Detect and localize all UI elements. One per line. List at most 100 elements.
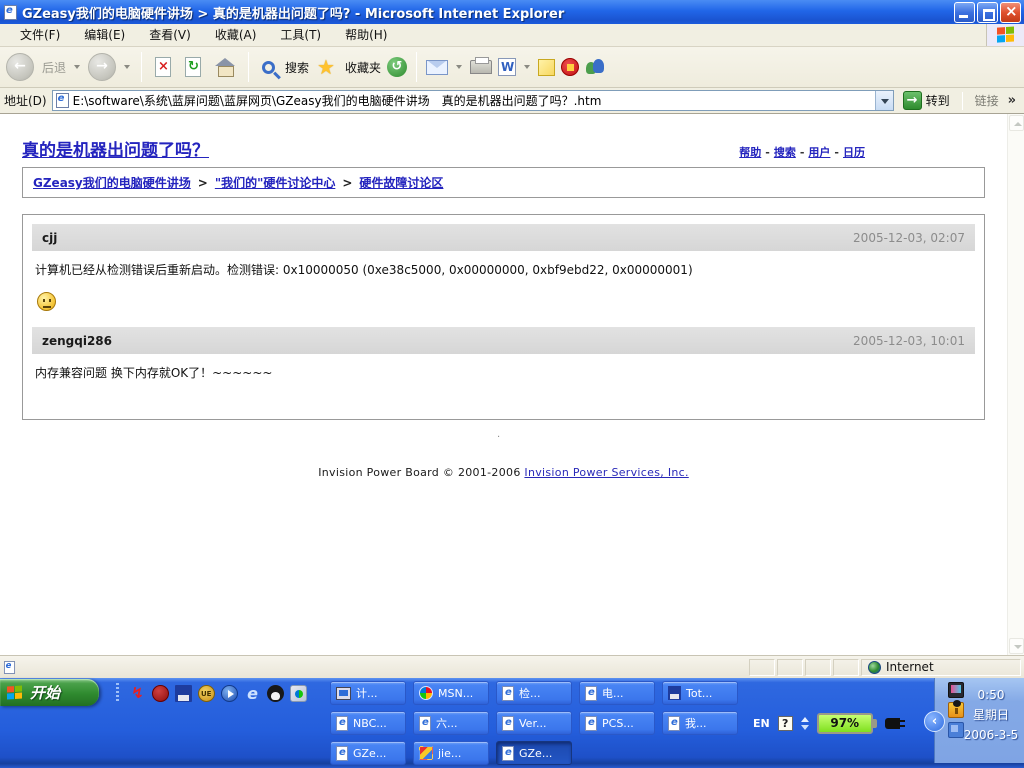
breadcrumb-category-link[interactable]: "我们的"硬件讨论中心 <box>215 174 336 191</box>
menu-file[interactable]: 文件(F) <box>8 24 72 46</box>
taskbar-button[interactable]: 计... <box>330 681 406 705</box>
edit-with-word-icon[interactable] <box>498 58 516 76</box>
post-header: cjj 2005-12-03, 02:07 <box>32 224 975 251</box>
toolbar-separator <box>416 52 417 82</box>
mail-icon[interactable] <box>426 60 448 75</box>
battery-indicator[interactable]: 97% <box>817 713 873 734</box>
ultraedit-icon[interactable] <box>198 685 215 702</box>
taskbar-button[interactable]: 检... <box>496 681 572 705</box>
language-indicator[interactable]: EN <box>753 717 770 730</box>
taskbar-button[interactable]: 六... <box>413 711 489 735</box>
menu-favorites[interactable]: 收藏(A) <box>203 24 269 46</box>
media-player-icon[interactable] <box>221 685 238 702</box>
zone-label: Internet <box>886 660 934 674</box>
go-button[interactable]: → 转到 <box>899 91 954 110</box>
breadcrumb-forum-link[interactable]: GZeasy我们的电脑硬件讲场 <box>33 174 191 191</box>
footer-copyright: Invision Power Board © 2001-2006 <box>318 466 520 479</box>
flashget-icon[interactable] <box>129 685 146 702</box>
back-label: 后退 <box>42 59 66 76</box>
address-bar: 地址(D) → 转到 链接 » <box>0 88 1024 114</box>
qq-icon[interactable] <box>267 685 284 702</box>
address-field[interactable] <box>52 90 894 111</box>
back-dropdown-icon[interactable] <box>74 65 80 69</box>
taskbar-button[interactable]: jie... <box>413 741 489 765</box>
taskbar-button[interactable]: Ver... <box>496 711 572 735</box>
posts-container: cjj 2005-12-03, 02:07 计算机已经从检测错误后重新启动。检测… <box>22 214 985 420</box>
red-disc-app-icon[interactable] <box>152 685 169 702</box>
search-label: 搜索 <box>285 59 309 76</box>
ie-document-icon <box>4 5 17 20</box>
forward-dropdown-icon[interactable] <box>124 65 130 69</box>
taskbar-button[interactable]: GZe... <box>330 741 406 765</box>
internet-explorer-icon[interactable] <box>244 685 261 702</box>
start-label: 开始 <box>30 682 60 703</box>
links-label[interactable]: 链接 <box>975 92 999 109</box>
restore-button[interactable] <box>977 2 998 23</box>
windows-logo <box>986 24 1024 46</box>
collapse-chevron-button[interactable] <box>924 711 945 732</box>
menu-edit[interactable]: 编辑(E) <box>72 24 137 46</box>
stop-button[interactable] <box>155 57 171 77</box>
favorites-star-icon[interactable]: ★ <box>317 57 335 77</box>
topic-title-link[interactable]: 真的是机器出问题了吗？ <box>22 136 209 161</box>
taskbar-button[interactable]: Tot... <box>662 681 738 705</box>
mail-dropdown-icon[interactable] <box>456 65 462 69</box>
address-input[interactable] <box>73 94 875 108</box>
footer-vendor-link[interactable]: Invision Power Services, Inc. <box>524 466 688 479</box>
refresh-button[interactable] <box>185 57 201 77</box>
clock-time: 0:50 <box>978 688 1005 702</box>
start-button[interactable]: 开始 <box>0 679 99 706</box>
links-chevron-icon[interactable]: » <box>1008 93 1016 108</box>
window-title: GZeasy我们的电脑硬件讲场 > 真的是机器出问题了吗? - Microsof… <box>22 3 952 22</box>
menu-view[interactable]: 查看(V) <box>137 24 203 46</box>
nav-help-link[interactable]: 帮助 <box>739 146 761 159</box>
history-icon[interactable] <box>387 57 407 77</box>
scroll-down-button[interactable] <box>1009 638 1024 654</box>
taskbar-button[interactable]: NBC... <box>330 711 406 735</box>
notes-icon[interactable] <box>538 59 555 76</box>
msn-icon <box>419 686 433 700</box>
nav-members-link[interactable]: 用户 <box>808 146 830 159</box>
scroll-up-button[interactable] <box>1009 115 1024 131</box>
taskbar-button[interactable]: 我... <box>662 711 738 735</box>
print-icon[interactable] <box>470 60 492 74</box>
close-button[interactable] <box>1000 2 1021 23</box>
minimize-button[interactable] <box>954 2 975 23</box>
search-icon[interactable] <box>262 61 275 74</box>
language-bar-arrows-icon[interactable] <box>801 717 809 730</box>
address-dropdown-button[interactable] <box>875 91 893 110</box>
back-button[interactable] <box>6 53 34 81</box>
title-bar: GZeasy我们的电脑硬件讲场 > 真的是机器出问题了吗? - Microsof… <box>0 0 1024 24</box>
menu-tools[interactable]: 工具(T) <box>268 24 333 46</box>
red-app-icon[interactable] <box>561 58 579 76</box>
ie-page-icon <box>502 716 514 731</box>
status-cell <box>833 659 859 676</box>
breadcrumb-board-link[interactable]: 硬件故障讨论区 <box>359 174 443 191</box>
ime-keyboard-icon[interactable]: ? <box>778 716 793 731</box>
home-button[interactable] <box>215 58 235 76</box>
total-commander-icon[interactable] <box>175 685 192 702</box>
ie-page-icon <box>668 716 680 731</box>
stray-mark: · <box>497 432 500 443</box>
clock[interactable]: 0:50 星期日 2006-3-5 <box>961 685 1021 745</box>
taskbar-button-active[interactable]: GZe... <box>496 741 572 765</box>
messenger-icon[interactable] <box>585 58 605 76</box>
taskbar-button[interactable]: 电... <box>579 681 655 705</box>
page-scrollbar[interactable] <box>1007 114 1024 655</box>
post-header: zengqi286 2005-12-03, 10:01 <box>32 327 975 354</box>
ie-toolbar: 后退 搜索 ★ 收藏夹 <box>0 47 1024 88</box>
edit-dropdown-icon[interactable] <box>524 65 530 69</box>
nav-search-link[interactable]: 搜索 <box>774 146 796 159</box>
post-timestamp: 2005-12-03, 10:01 <box>853 334 965 348</box>
forward-button[interactable] <box>88 53 116 81</box>
taskbar-button[interactable]: PCS... <box>579 711 655 735</box>
menu-help[interactable]: 帮助(H) <box>333 24 399 46</box>
my-computer-icon <box>336 687 351 700</box>
toolbar-separator <box>248 52 249 82</box>
taskbar-button[interactable]: MSN... <box>413 681 489 705</box>
nav-calendar-link[interactable]: 日历 <box>843 146 865 159</box>
task-row: 计... MSN... 检... 电... Tot... <box>330 681 754 705</box>
windows-messenger-icon[interactable] <box>290 685 307 702</box>
post-body: 内存兼容问题 换下内存就OK了！~~~~~~ <box>32 354 975 381</box>
task-row: GZe... jie... GZe... <box>330 741 754 765</box>
